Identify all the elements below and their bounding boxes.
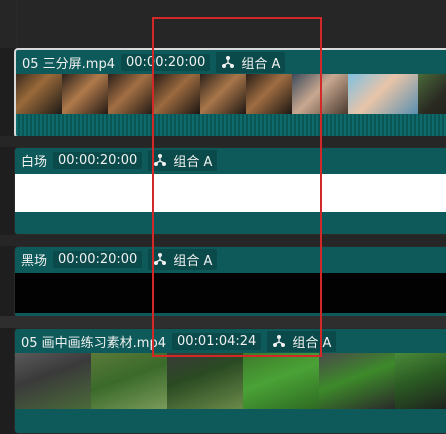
thumbnail — [319, 353, 395, 409]
clip-duration: 00:00:20:00 — [53, 250, 143, 268]
clip-name: 黑场 — [21, 253, 48, 269]
clip-duration: 00:00:20:00 — [53, 151, 143, 169]
clip-name: 05 画中画练习素材.mp4 — [21, 335, 166, 351]
thumbnail — [91, 353, 167, 409]
clip-thumbnails — [15, 353, 446, 409]
selection-rectangle — [152, 17, 322, 357]
thumbnail — [348, 74, 418, 114]
thumbnail — [62, 74, 108, 114]
clip-name: 05 三分屏.mp4 — [22, 56, 115, 72]
thumbnail — [395, 353, 446, 409]
thumbnail — [108, 74, 154, 114]
thumbnail — [243, 353, 319, 409]
clip-name: 白场 — [21, 154, 48, 170]
thumbnail — [418, 74, 446, 114]
thumbnail — [167, 353, 243, 409]
thumbnail — [16, 74, 62, 114]
thumbnail — [15, 353, 91, 409]
